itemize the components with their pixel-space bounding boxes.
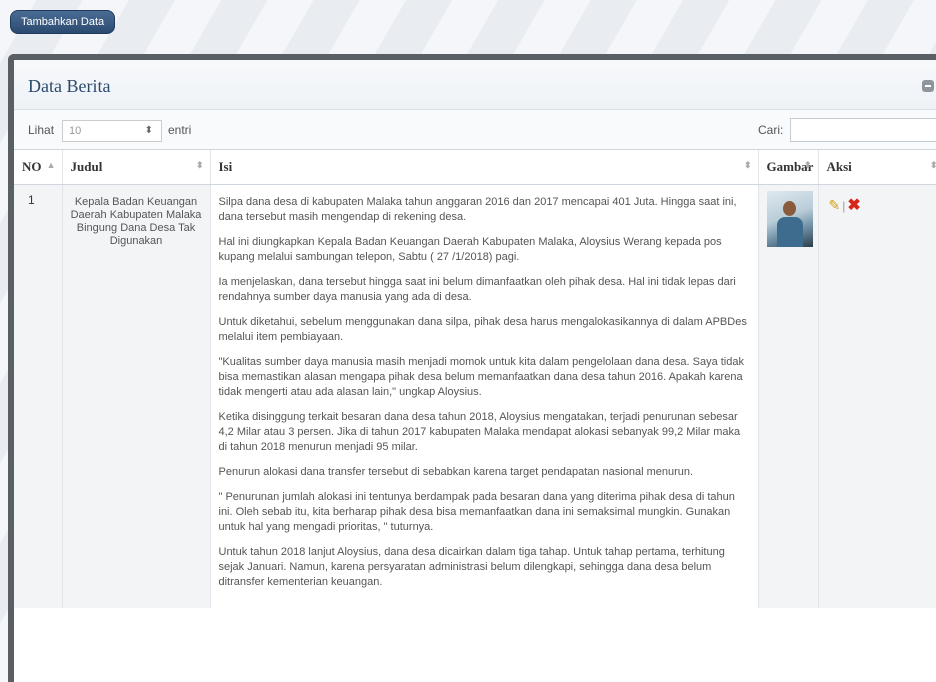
- header-no[interactable]: NO ▲: [14, 150, 63, 185]
- news-table: NO▲ Judul⬍ Isi⬍ Gambar⬍ Aksi⬍ 1 Kepala B…: [14, 150, 936, 608]
- cell-judul: Kepala Badan Keuangan Daerah Kabupaten M…: [62, 184, 211, 608]
- add-data-button[interactable]: Tambahkan Data: [10, 10, 116, 34]
- sort-icon: ⬍: [803, 160, 812, 170]
- cell-isi: Silpa dana desa di kabupaten Malaka tahu…: [210, 184, 759, 608]
- select-arrow-icon: ⬍: [144, 125, 153, 136]
- panel-header: Data Berita: [14, 60, 936, 110]
- isi-paragraph: Hal ini diungkapkan Kepala Badan Keuanga…: [218, 235, 722, 263]
- isi-paragraph: Untuk tahun 2018 lanjut Aloysius, dana d…: [218, 545, 725, 588]
- delete-x-icon[interactable]: ✖: [847, 197, 860, 214]
- table-controls: Lihat 10 ⬍ entri Cari:: [14, 110, 936, 150]
- isi-paragraph: " Penurunan jumlah alokasi ini tentunya …: [218, 490, 735, 533]
- sort-icon: ⬍: [195, 160, 204, 170]
- cell-aksi: ✎ | ✖: [818, 184, 936, 608]
- collapse-icon[interactable]: [922, 80, 934, 92]
- search-label: Cari:: [758, 123, 784, 137]
- isi-paragraph: Ia menjelaskan, dana tersebut hingga saa…: [218, 275, 736, 303]
- page-size-value: 10: [69, 125, 82, 137]
- panel-title: Data Berita: [28, 76, 111, 96]
- header-aksi[interactable]: Aksi⬍: [818, 150, 936, 185]
- header-judul[interactable]: Judul ⬍: [62, 150, 211, 185]
- show-label: Lihat: [28, 123, 55, 137]
- cell-no: 1: [14, 184, 63, 608]
- isi-paragraph: "Kualitas sumber daya manusia masih menj…: [218, 355, 744, 398]
- isi-paragraph: Ketika disinggung terkait besaran dana d…: [218, 410, 741, 453]
- isi-paragraph: Silpa dana desa di kabupaten Malaka tahu…: [218, 195, 737, 223]
- table-row: 1 Kepala Badan Keuangan Daerah Kabupaten…: [14, 184, 936, 608]
- header-gambar[interactable]: Gambar ⬍: [758, 150, 819, 185]
- entries-label: entri: [168, 123, 192, 137]
- sort-asc-icon: ▲: [46, 160, 56, 170]
- search-input[interactable]: [790, 118, 936, 142]
- cell-gambar: [758, 184, 819, 608]
- page-size-select[interactable]: 10 ⬍: [62, 120, 162, 142]
- pencil-icon[interactable]: ✎: [829, 197, 841, 213]
- header-isi[interactable]: Isi ⬍: [210, 150, 759, 185]
- sort-icon: ⬍: [930, 160, 936, 171]
- sort-icon: ⬍: [743, 160, 752, 170]
- table-header-row: NO▲ Judul⬍ Isi⬍ Gambar⬍ Aksi⬍: [14, 150, 936, 185]
- isi-paragraph: Penurun alokasi dana transfer tersebut d…: [218, 465, 694, 478]
- isi-paragraph: Untuk diketahui, sebelum menggunakan dan…: [218, 315, 747, 343]
- separator: |: [842, 198, 846, 213]
- data-panel: Data Berita Lihat 10 ⬍ entri Cari: NO ▲ J…: [8, 54, 936, 682]
- news-thumbnail[interactable]: [766, 190, 813, 247]
